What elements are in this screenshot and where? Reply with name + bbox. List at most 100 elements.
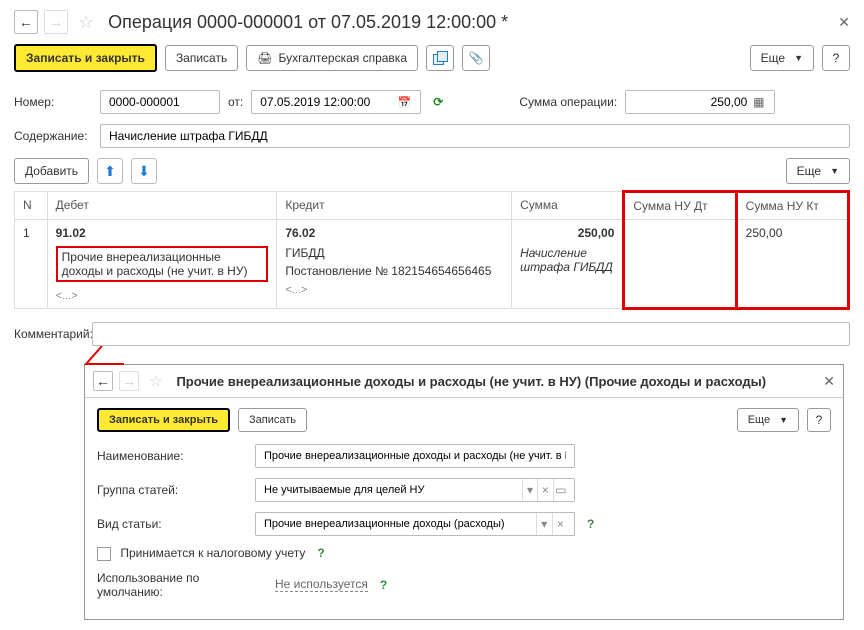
- cell-debit[interactable]: 91.02 Прочие внереализационные доходы и …: [47, 220, 277, 309]
- favorite-star-icon[interactable]: ☆: [78, 12, 94, 33]
- main-toolbar: Записать и закрыть Записать Бухгалтерска…: [14, 44, 850, 72]
- from-label: от:: [228, 95, 243, 109]
- print-accounting-ref-button[interactable]: Бухгалтерская справка: [246, 45, 418, 71]
- sum-field[interactable]: ▦: [625, 90, 775, 114]
- entries-grid: N Дебет Кредит Сумма Сумма НУ Дт Сумма Н…: [14, 190, 850, 310]
- more-button[interactable]: Еще▼: [750, 45, 814, 71]
- calendar-icon[interactable]: [395, 96, 414, 109]
- help-button[interactable]: ?: [822, 45, 850, 71]
- content-field[interactable]: [100, 124, 850, 148]
- save-close-button[interactable]: Записать и закрыть: [14, 44, 157, 72]
- content-label: Содержание:: [14, 129, 92, 143]
- grid-toolbar: Добавить ⬆ ⬇ Еще▼: [14, 158, 850, 184]
- help-icon[interactable]: ?: [587, 517, 594, 531]
- tax-checkbox-label: Принимается к налоговому учету: [120, 546, 305, 560]
- printer-icon: [257, 51, 272, 65]
- sub-name-input[interactable]: [262, 449, 568, 463]
- comment-row: Комментарий:: [14, 322, 850, 346]
- sum-input[interactable]: [632, 94, 749, 110]
- col-debit: Дебет: [47, 192, 277, 220]
- sub-type-field[interactable]: ▾ ×: [255, 512, 575, 536]
- calculator-icon[interactable]: ▦: [749, 95, 768, 109]
- subwindow: ← → ☆ Прочие внереализационные доходы и …: [84, 364, 844, 620]
- date-field[interactable]: [251, 90, 421, 114]
- sub-save-close-button[interactable]: Записать и закрыть: [97, 408, 230, 432]
- grid-more-label: Еще: [797, 164, 821, 178]
- refresh-icon[interactable]: [433, 95, 443, 109]
- credit-subconto1: ГИБДД: [285, 246, 503, 260]
- dropdown-icon[interactable]: ▾: [522, 479, 537, 501]
- col-n: N: [15, 192, 48, 220]
- date-input[interactable]: [258, 94, 395, 110]
- number-input[interactable]: [107, 94, 213, 110]
- sub-close-icon[interactable]: ✕: [823, 373, 835, 390]
- dropdown-icon[interactable]: ▾: [536, 513, 552, 535]
- attach-icon: [469, 51, 484, 65]
- add-row-button[interactable]: Добавить: [14, 158, 89, 184]
- save-button[interactable]: Записать: [165, 45, 238, 71]
- col-sum-nu-dt: Сумма НУ Дт: [624, 192, 736, 220]
- sum-value: 250,00: [520, 226, 614, 240]
- sub-toolbar: Записать и закрыть Записать Еще▼ ?: [97, 408, 831, 432]
- open-icon[interactable]: ▭: [553, 479, 568, 501]
- grid-header-row: N Дебет Кредит Сумма Сумма НУ Дт Сумма Н…: [15, 192, 849, 220]
- sub-save-button[interactable]: Записать: [238, 408, 307, 432]
- clear-icon[interactable]: ×: [537, 479, 552, 501]
- sub-row-name: Наименование:: [97, 444, 831, 468]
- sub-name-label: Наименование:: [97, 449, 247, 463]
- tax-checkbox[interactable]: [97, 547, 111, 561]
- sub-default-link[interactable]: Не используется: [275, 577, 368, 592]
- copy-icon: [433, 51, 447, 65]
- help-icon[interactable]: ?: [380, 578, 387, 592]
- main-titlebar: ← → ☆ Операция 0000-000001 от 07.05.2019…: [14, 10, 850, 34]
- sub-group-input[interactable]: [262, 483, 522, 497]
- sub-type-input[interactable]: [262, 517, 536, 531]
- content-input[interactable]: [107, 128, 843, 144]
- nav-back-button[interactable]: ←: [14, 10, 38, 34]
- sub-help-button[interactable]: ?: [807, 408, 831, 432]
- cell-credit[interactable]: 76.02 ГИБДД Постановление № 182154654656…: [277, 220, 512, 309]
- debit-empty[interactable]: <...>: [56, 290, 78, 302]
- cell-sum[interactable]: 250,00 Начисление штрафа ГИБДД: [512, 220, 624, 309]
- more-label: Еще: [761, 51, 785, 65]
- sub-name-field[interactable]: [255, 444, 575, 468]
- move-up-button[interactable]: ⬆: [97, 158, 123, 184]
- sub-nav-back-button[interactable]: ←: [93, 371, 113, 391]
- comment-input[interactable]: [99, 326, 843, 342]
- sub-taxcb-wrapper[interactable]: Принимается к налоговому учету: [97, 546, 305, 561]
- grid-row[interactable]: 1 91.02 Прочие внереализационные доходы …: [15, 220, 849, 309]
- number-field[interactable]: [100, 90, 220, 114]
- arrow-down-icon: ⬇: [138, 163, 150, 180]
- comment-label: Комментарий:: [14, 327, 92, 341]
- arrow-up-icon: ⬆: [104, 163, 116, 180]
- sub-favorite-star-icon[interactable]: ☆: [149, 372, 162, 390]
- print-accounting-ref-label: Бухгалтерская справка: [278, 51, 407, 65]
- cell-sum-nu-kt[interactable]: 250,00: [736, 220, 848, 309]
- sub-row-default: Использование по умолчанию: Не используе…: [97, 571, 831, 599]
- nav-forward-button: →: [44, 10, 68, 34]
- credit-subconto2: Постановление № 182154654656465: [285, 264, 503, 278]
- clear-icon[interactable]: ×: [552, 513, 568, 535]
- sub-row-type: Вид статьи: ▾ × ?: [97, 512, 831, 536]
- grid-more-button[interactable]: Еще▼: [786, 158, 850, 184]
- col-credit: Кредит: [277, 192, 512, 220]
- comment-field[interactable]: [92, 322, 850, 346]
- sub-more-button[interactable]: Еще▼: [737, 408, 799, 432]
- sub-default-label: Использование по умолчанию:: [97, 571, 267, 599]
- attach-button[interactable]: [462, 45, 490, 71]
- form-row-content: Содержание:: [14, 124, 850, 148]
- move-down-button[interactable]: ⬇: [131, 158, 157, 184]
- sub-nav-forward-button: →: [119, 371, 139, 391]
- debit-subconto-highlight[interactable]: Прочие внереализационные доходы и расход…: [56, 246, 269, 282]
- credit-empty[interactable]: <...>: [285, 284, 307, 296]
- close-icon[interactable]: ✕: [838, 14, 850, 31]
- copy-button[interactable]: [426, 45, 454, 71]
- cell-sum-nu-dt[interactable]: [624, 220, 736, 309]
- help-icon[interactable]: ?: [317, 546, 324, 560]
- sub-row-taxcb: Принимается к налоговому учету ?: [97, 546, 831, 561]
- subwindow-title: Прочие внереализационные доходы и расход…: [176, 374, 766, 389]
- sub-row-group: Группа статей: ▾ × ▭: [97, 478, 831, 502]
- sum-note: Начисление штрафа ГИБДД: [520, 246, 614, 274]
- page-title: Операция 0000-000001 от 07.05.2019 12:00…: [108, 12, 508, 33]
- sub-group-field[interactable]: ▾ × ▭: [255, 478, 575, 502]
